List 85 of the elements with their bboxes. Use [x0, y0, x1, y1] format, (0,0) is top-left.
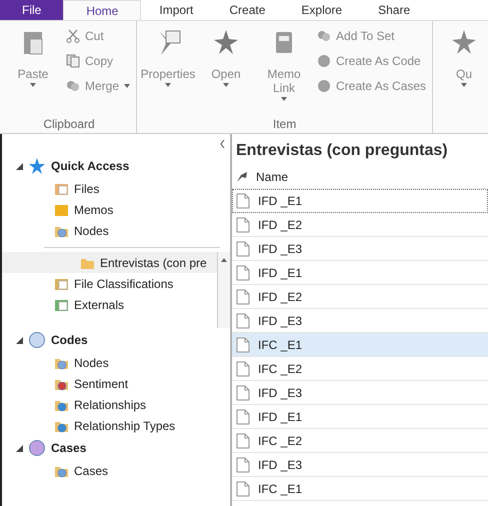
document-icon [236, 432, 250, 448]
scrollbar[interactable] [217, 252, 230, 328]
ribbon-tab[interactable]: Explore [283, 0, 360, 20]
circles-icon [317, 29, 332, 43]
ribbon-tab[interactable]: Import [141, 0, 212, 20]
circle-icon [28, 439, 46, 457]
star-icon [28, 157, 46, 175]
section-header[interactable]: Quick Access [2, 154, 230, 178]
view-title: Entrevistas (con preguntas) [235, 141, 449, 161]
file-name: IFD _E2 [258, 290, 302, 304]
tree-item[interactable]: Sentiment [2, 373, 230, 394]
ribbon-tab[interactable]: Share [360, 0, 428, 20]
table-row[interactable]: IFC _E2 [232, 357, 488, 381]
file-name: IFC _E1 [258, 482, 302, 496]
expand-icon[interactable] [16, 336, 23, 344]
file-name: IFD _E3 [258, 314, 302, 328]
file-name: IFD _E3 [258, 242, 302, 256]
table-row[interactable]: IFC _E1 [232, 333, 488, 357]
tree-item[interactable]: Relationship Types [2, 415, 230, 436]
document-icon [236, 336, 250, 352]
caret-icon [124, 84, 130, 88]
document-icon [236, 408, 250, 424]
section-header[interactable]: Cases [2, 436, 230, 460]
section-header[interactable]: Codes [2, 328, 230, 352]
caret-icon [30, 83, 36, 87]
tree-item[interactable]: Relationships [2, 394, 230, 415]
caret-icon [461, 83, 468, 87]
ribbon-tab[interactable]: Create [211, 0, 284, 20]
chevron-icon [220, 140, 225, 148]
tree-item[interactable]: Nodes [2, 352, 230, 373]
document-icon [236, 240, 250, 256]
file-name: IFD _E1 [258, 410, 302, 424]
tree-item[interactable]: Nodes [2, 220, 230, 241]
caret-icon [281, 97, 288, 101]
document-icon [236, 480, 250, 496]
table-row[interactable]: IFD _E1 [232, 405, 488, 429]
tree-item[interactable]: Cases [2, 460, 230, 481]
document-icon [236, 360, 250, 376]
scissors-icon [66, 29, 80, 43]
file-name: IFD _E1 [258, 194, 302, 208]
tree-item[interactable]: File Classifications [2, 273, 217, 294]
file-name: IFC _E2 [258, 434, 302, 448]
tree-item[interactable]: Externals [2, 294, 217, 315]
file-name: IFC _E2 [258, 362, 302, 376]
table-row[interactable]: IFD _E3 [232, 453, 488, 477]
ribbon-tab[interactable]: File [0, 0, 64, 20]
circle-icon [28, 331, 46, 349]
table-row[interactable]: IFD _E1 [232, 189, 488, 213]
document-icon [236, 264, 250, 280]
scroll-up-icon[interactable] [221, 258, 227, 262]
circles-icon [66, 79, 80, 93]
caret-icon [165, 83, 172, 87]
group-label: Clipboard [42, 117, 96, 131]
tree-item[interactable]: Memos [2, 199, 230, 220]
table-row[interactable]: IFD _E2 [232, 213, 488, 237]
file-name: IFD _E3 [258, 458, 302, 472]
document-icon [236, 312, 250, 328]
table-row[interactable]: IFD _E1 [232, 261, 488, 285]
table-row[interactable]: IFC _E1 [232, 477, 488, 501]
file-name: IFD _E1 [258, 266, 302, 280]
table-row[interactable]: IFD _E2 [232, 285, 488, 309]
copy-icon [66, 54, 80, 68]
document-icon [236, 456, 250, 472]
circle-icon [317, 79, 332, 93]
file-name: IFD _E2 [258, 218, 302, 232]
table-row[interactable]: IFD _E3 [232, 237, 488, 261]
tree-item[interactable]: Entrevistas (con pre [2, 252, 217, 273]
collapse-button[interactable] [218, 138, 227, 150]
pin-icon[interactable] [236, 171, 248, 183]
tree-item[interactable]: Files [2, 178, 230, 199]
expand-icon[interactable] [16, 162, 23, 170]
file-name: IFC _E1 [258, 338, 302, 352]
document-icon [236, 216, 250, 232]
document-icon [236, 384, 250, 400]
group-label: Item [272, 117, 298, 131]
caret-icon [223, 83, 230, 87]
column-header[interactable]: Name [256, 170, 288, 184]
document-icon [236, 192, 250, 208]
table-row[interactable]: IFC _E2 [232, 429, 488, 453]
ribbon-tab[interactable]: Home [63, 0, 142, 20]
circle-icon [317, 54, 332, 68]
file-name: IFD _E3 [258, 386, 302, 400]
document-icon [236, 288, 250, 304]
expand-icon[interactable] [16, 444, 23, 452]
table-row[interactable]: IFD _E3 [232, 381, 488, 405]
